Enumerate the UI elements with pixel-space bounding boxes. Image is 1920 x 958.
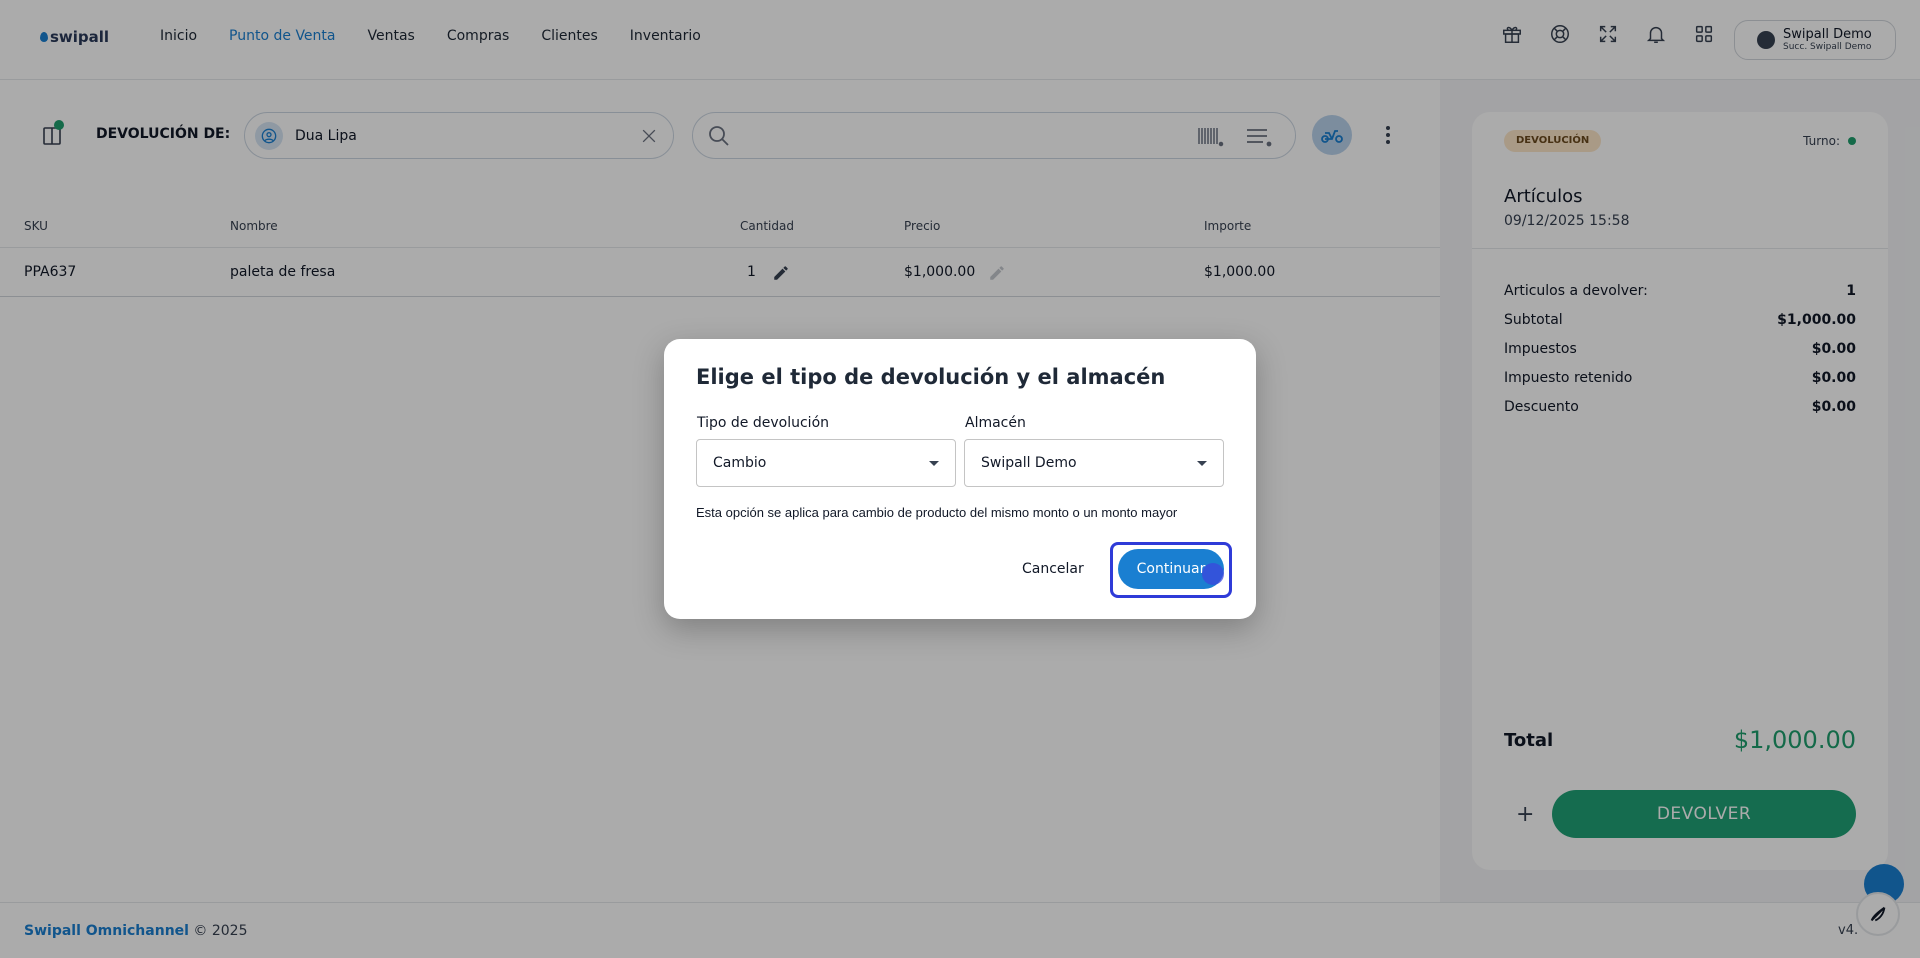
cursor-indicator xyxy=(1202,563,1224,585)
cancel-button[interactable]: Cancelar xyxy=(1022,561,1084,577)
return-type-label: Tipo de devolución xyxy=(697,415,830,431)
chevron-down-icon xyxy=(1197,461,1207,466)
dialog-helper-text: Esta opción se aplica para cambio de pro… xyxy=(696,505,1178,520)
dialog-title: Elige el tipo de devolución y el almacén xyxy=(696,365,1166,389)
return-type-dialog: Elige el tipo de devolución y el almacén… xyxy=(664,339,1256,619)
return-type-value: Cambio xyxy=(713,455,767,471)
warehouse-select[interactable]: Swipall Demo xyxy=(964,439,1224,487)
warehouse-label: Almacén xyxy=(965,415,1026,431)
chevron-down-icon xyxy=(929,461,939,466)
return-type-select[interactable]: Cambio xyxy=(696,439,956,487)
warehouse-value: Swipall Demo xyxy=(981,455,1077,471)
